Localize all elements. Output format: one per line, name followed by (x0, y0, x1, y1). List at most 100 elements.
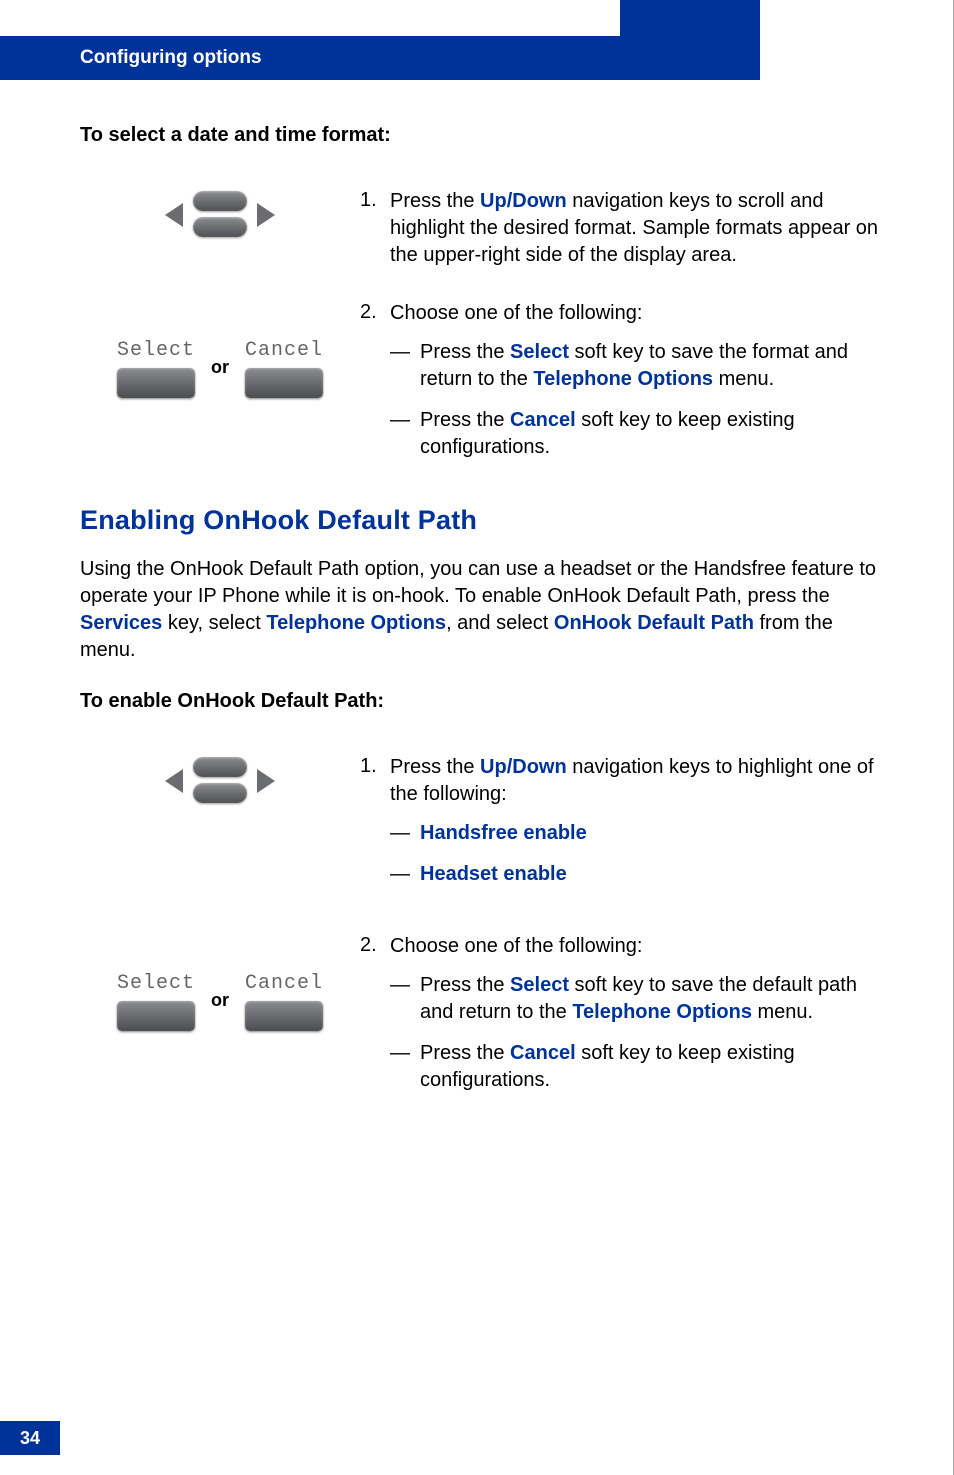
sub-item: — Handsfree enable (390, 820, 880, 847)
select-softkey: Select (117, 339, 195, 398)
or-label: or (207, 357, 233, 380)
select-link: Select (510, 974, 569, 996)
dash-icon: — (390, 1040, 420, 1094)
step-number: 1. (360, 187, 390, 214)
select-softkey: Select (117, 972, 195, 1031)
cancel-link: Cancel (510, 1042, 576, 1064)
step-body: Press the Up/Down navigation keys to scr… (390, 188, 880, 269)
dash-icon: — (390, 820, 420, 847)
page-number: 34 (0, 1421, 60, 1455)
services-link: Services (80, 612, 162, 634)
softkeys-group: Select or Cancel (117, 339, 323, 398)
step-number: 1. (360, 753, 390, 780)
nav-right-arrow-icon (257, 203, 275, 227)
headset-enable-link: Headset enable (420, 861, 567, 888)
navpad-visual (80, 753, 360, 807)
sub-item-text: Press the Cancel soft key to keep existi… (420, 1040, 880, 1094)
text-fragment: Using the OnHook Default Path option, yo… (80, 558, 876, 607)
text-fragment: Press the (420, 1042, 510, 1064)
section-title: Enabling OnHook Default Path (80, 505, 880, 536)
step-number: 2. (360, 299, 390, 326)
nav-center-icon (193, 757, 247, 805)
section2-step2-row: Select or Cancel 2. Choose one of the fo… (80, 932, 880, 1108)
section2-step1-row: 1. Press the Up/Down navigation keys to … (80, 753, 880, 902)
sub-list: — Handsfree enable — Headset enable (390, 820, 880, 888)
section1-heading: To select a date and time format: (80, 124, 880, 147)
top-accent-block (620, 0, 760, 36)
section1-step2-row: Select or Cancel 2. Choose one of the fo… (80, 299, 880, 475)
sub-item-text: Press the Select soft key to save the fo… (420, 339, 880, 393)
telephone-options-link: Telephone Options (266, 612, 446, 634)
nav-down-icon (193, 783, 247, 803)
text-fragment: , and select (446, 612, 554, 634)
or-label: or (207, 990, 233, 1013)
navpad-visual (80, 187, 360, 241)
step-lead: Choose one of the following: (390, 933, 880, 960)
text-fragment: Press the (420, 409, 510, 431)
nav-up-icon (193, 757, 247, 777)
sub-item: — Press the Select soft key to save the … (390, 972, 880, 1026)
cancel-link: Cancel (510, 409, 576, 431)
section1-step1-text: 1. Press the Up/Down navigation keys to … (360, 187, 880, 269)
telephone-options-link: Telephone Options (533, 368, 713, 390)
sub-item: — Press the Select soft key to save the … (390, 339, 880, 393)
section2-heading: To enable OnHook Default Path: (80, 690, 880, 713)
navigation-pad-icon (165, 191, 275, 241)
text-fragment: key, select (162, 612, 266, 634)
text-fragment: Press the (420, 341, 510, 363)
text-fragment: Press the (420, 974, 510, 996)
select-softkey-button-icon (117, 368, 195, 398)
step-body: Press the Up/Down navigation keys to hig… (390, 754, 880, 808)
section2-step2-text: 2. Choose one of the following: — Press … (360, 932, 880, 1108)
section1-step2-text: 2. Choose one of the following: — Press … (360, 299, 880, 475)
nav-up-icon (193, 191, 247, 211)
nav-left-arrow-icon (165, 203, 183, 227)
softkeys-visual: Select or Cancel (80, 299, 360, 398)
updown-link: Up/Down (480, 190, 567, 212)
header-bar: Configuring options (0, 36, 760, 80)
sub-item: — Press the Cancel soft key to keep exis… (390, 1040, 880, 1094)
nav-left-arrow-icon (165, 769, 183, 793)
sub-list: — Press the Select soft key to save the … (390, 972, 880, 1094)
telephone-options-link: Telephone Options (572, 1001, 752, 1023)
section2-step1-text: 1. Press the Up/Down navigation keys to … (360, 753, 880, 902)
intro-paragraph: Using the OnHook Default Path option, yo… (80, 556, 880, 664)
dash-icon: — (390, 972, 420, 1026)
text-fragment: menu. (752, 1001, 813, 1023)
sub-item-text: Press the Select soft key to save the de… (420, 972, 880, 1026)
sub-item: — Headset enable (390, 861, 880, 888)
text-fragment: Press the (390, 756, 480, 778)
handsfree-enable-link: Handsfree enable (420, 820, 587, 847)
page: Configuring options To select a date and… (0, 0, 954, 1475)
dash-icon: — (390, 407, 420, 461)
content-area: To select a date and time format: 1. Pre… (80, 110, 880, 1138)
sub-item-text: Press the Cancel soft key to keep existi… (420, 407, 880, 461)
select-link: Select (510, 341, 569, 363)
onhook-default-path-link: OnHook Default Path (554, 612, 754, 634)
cancel-softkey: Cancel (245, 339, 323, 398)
header-title: Configuring options (80, 47, 262, 69)
step-number: 2. (360, 932, 390, 959)
navigation-pad-icon (165, 757, 275, 807)
cancel-softkey-label: Cancel (245, 972, 323, 995)
text-fragment: menu. (713, 368, 774, 390)
select-softkey-button-icon (117, 1001, 195, 1031)
select-softkey-label: Select (117, 972, 195, 995)
cancel-softkey-label: Cancel (245, 339, 323, 362)
step-lead: Choose one of the following: (390, 300, 880, 327)
sub-list: — Press the Select soft key to save the … (390, 339, 880, 461)
nav-center-icon (193, 191, 247, 239)
text-fragment: Press the (390, 190, 480, 212)
select-softkey-label: Select (117, 339, 195, 362)
nav-down-icon (193, 217, 247, 237)
cancel-softkey-button-icon (245, 1001, 323, 1031)
dash-icon: — (390, 861, 420, 888)
sub-item: — Press the Cancel soft key to keep exis… (390, 407, 880, 461)
dash-icon: — (390, 339, 420, 393)
softkeys-group: Select or Cancel (117, 972, 323, 1031)
section1-step1-row: 1. Press the Up/Down navigation keys to … (80, 187, 880, 269)
softkeys-visual: Select or Cancel (80, 932, 360, 1031)
cancel-softkey-button-icon (245, 368, 323, 398)
nav-right-arrow-icon (257, 769, 275, 793)
updown-link: Up/Down (480, 756, 567, 778)
